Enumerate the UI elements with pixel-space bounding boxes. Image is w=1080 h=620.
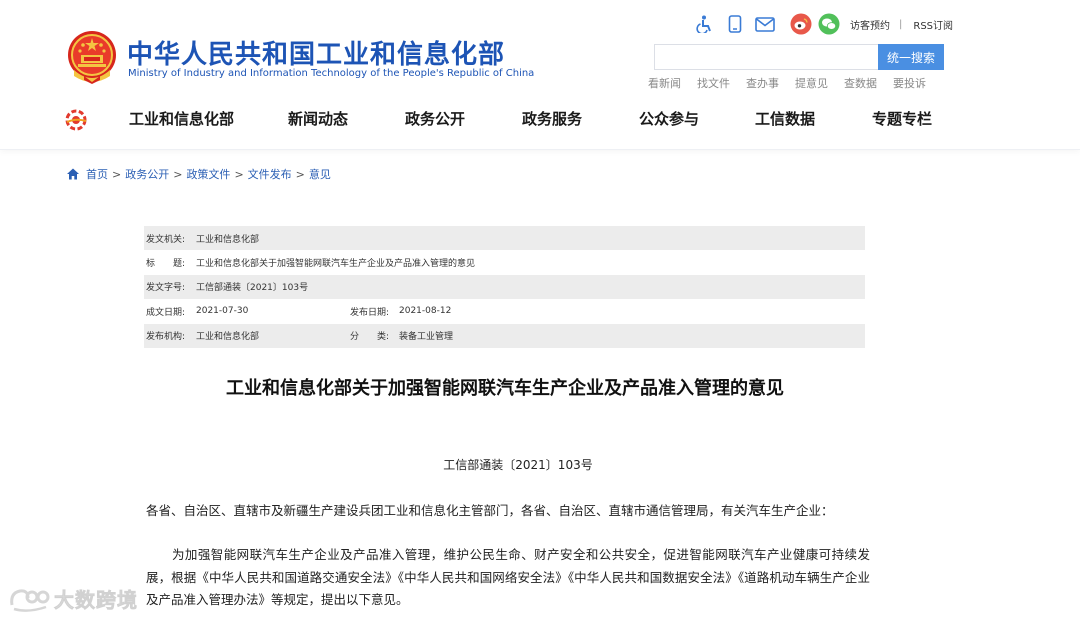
quick-links: 看新闻 找文件 查办事 提意见 查数据 要投诉 [648, 75, 942, 91]
category-value: 装备工业管理 [399, 332, 454, 343]
home-icon[interactable] [66, 167, 80, 181]
written-date-label: 成文日期: [146, 307, 186, 318]
mobile-icon[interactable] [724, 13, 746, 35]
issuer-value: 工业和信息化部 [196, 234, 260, 245]
breadcrumb-separator: > [234, 167, 244, 181]
mail-icon[interactable] [754, 13, 776, 35]
publish-date-value: 2021-08-12 [399, 306, 452, 317]
publisher-value: 工业和信息化部 [196, 332, 260, 343]
quick-link-complaint[interactable]: 要投诉 [893, 75, 926, 91]
nav-item-topics[interactable]: 专题专栏 [872, 108, 932, 129]
search-button[interactable]: 统一搜索 [878, 44, 944, 70]
title-label: 标 题: [146, 259, 186, 270]
issuer-label: 发文机关: [146, 234, 186, 245]
nav-item-ministry[interactable]: 工业和信息化部 [129, 108, 234, 129]
site-header: 中华人民共和国工业和信息化部 Ministry of Industry and … [0, 0, 1080, 150]
breadcrumb-separator: > [112, 167, 122, 181]
article-title: 工业和信息化部关于加强智能网联汽车生产企业及产品准入管理的意见 [226, 378, 784, 399]
wechat-icon[interactable] [818, 13, 840, 35]
watermark-text: 大数跨境 [54, 588, 138, 613]
site-title[interactable]: 中华人民共和国工业和信息化部 [127, 34, 505, 71]
breadcrumb-separator: > [173, 167, 183, 181]
quick-link-data[interactable]: 查数据 [844, 75, 877, 91]
nav-item-news[interactable]: 新闻动态 [288, 108, 348, 129]
article-addressee: 各省、自治区、直辖市及新疆生产建设兵团工业和信息化主管部门，各省、自治区、直辖市… [146, 503, 834, 518]
doc-no-label: 发文字号: [146, 283, 186, 294]
breadcrumb-separator: > [295, 167, 305, 181]
search-box [654, 44, 878, 70]
nav-item-data[interactable]: 工信数据 [755, 108, 815, 129]
breadcrumb: 首页 > 政务公开 > 政策文件 > 文件发布 > 意见 [66, 166, 331, 182]
info-row-issuer: 发文机关: 工业和信息化部 [144, 226, 865, 251]
publisher-label: 发布机构: [146, 332, 186, 343]
breadcrumb-file-release[interactable]: 文件发布 [248, 166, 292, 182]
quick-link-services[interactable]: 查办事 [746, 75, 779, 91]
nav-item-gov-affairs[interactable]: 政务公开 [405, 108, 465, 129]
article-doc-number: 工信部通装〔2021〕103号 [443, 458, 593, 472]
info-row-doc-no: 发文字号: 工信部通装〔2021〕103号 [144, 274, 865, 300]
search-input[interactable] [655, 45, 878, 69]
breadcrumb-gov-affairs[interactable]: 政务公开 [125, 166, 169, 182]
divider: | [899, 18, 903, 30]
quick-link-news[interactable]: 看新闻 [648, 75, 681, 91]
document-info-table: 发文机关: 工业和信息化部 标 题: 工业和信息化部关于加强智能网联汽车生产企业… [144, 226, 865, 348]
site-subtitle: Ministry of Industry and Information Tec… [128, 68, 535, 79]
info-row-title: 标 题: 工业和信息化部关于加强智能网联汽车生产企业及产品准入管理的意见 [144, 250, 865, 274]
weibo-icon[interactable] [790, 13, 812, 35]
national-emblem-logo[interactable] [66, 30, 118, 84]
quick-link-files[interactable]: 找文件 [697, 75, 730, 91]
category-label: 分 类: [350, 332, 390, 343]
breadcrumb-home[interactable]: 首页 [86, 166, 108, 182]
written-date-value: 2021-07-30 [196, 306, 249, 317]
info-row-publisher: 发布机构: 工业和信息化部 分 类: 装备工业管理 [144, 323, 865, 348]
watermark-logo-icon [10, 588, 50, 612]
publish-date-label: 发布日期: [350, 307, 390, 318]
main-nav: 工业和信息化部 新闻动态 政务公开 政务服务 公众参与 工信数据 专题专栏 [0, 108, 1080, 132]
nav-item-gov-services[interactable]: 政务服务 [522, 108, 582, 129]
info-row-dates: 成文日期: 2021-07-30 发布日期: 2021-08-12 [144, 299, 865, 323]
doc-no-value: 工信部通装〔2021〕103号 [196, 283, 309, 294]
article-paragraph: 为加强智能网联汽车生产企业及产品准入管理，维护公民生命、财产安全和公共安全，促进… [146, 547, 870, 607]
utility-bar: 访客预约 | RSS订阅 [694, 12, 954, 36]
visitor-appointment-link[interactable]: 访客预约 [850, 17, 890, 32]
nav-item-public-participation[interactable]: 公众参与 [639, 108, 699, 129]
watermark: 大数跨境 [8, 584, 138, 613]
breadcrumb-policy-files[interactable]: 政策文件 [186, 166, 230, 182]
rss-link[interactable]: RSS订阅 [913, 17, 953, 32]
accessibility-icon[interactable] [694, 13, 716, 35]
quick-link-feedback[interactable]: 提意见 [795, 75, 828, 91]
title-value: 工业和信息化部关于加强智能网联汽车生产企业及产品准入管理的意见 [196, 259, 476, 270]
breadcrumb-opinions[interactable]: 意见 [309, 166, 331, 182]
